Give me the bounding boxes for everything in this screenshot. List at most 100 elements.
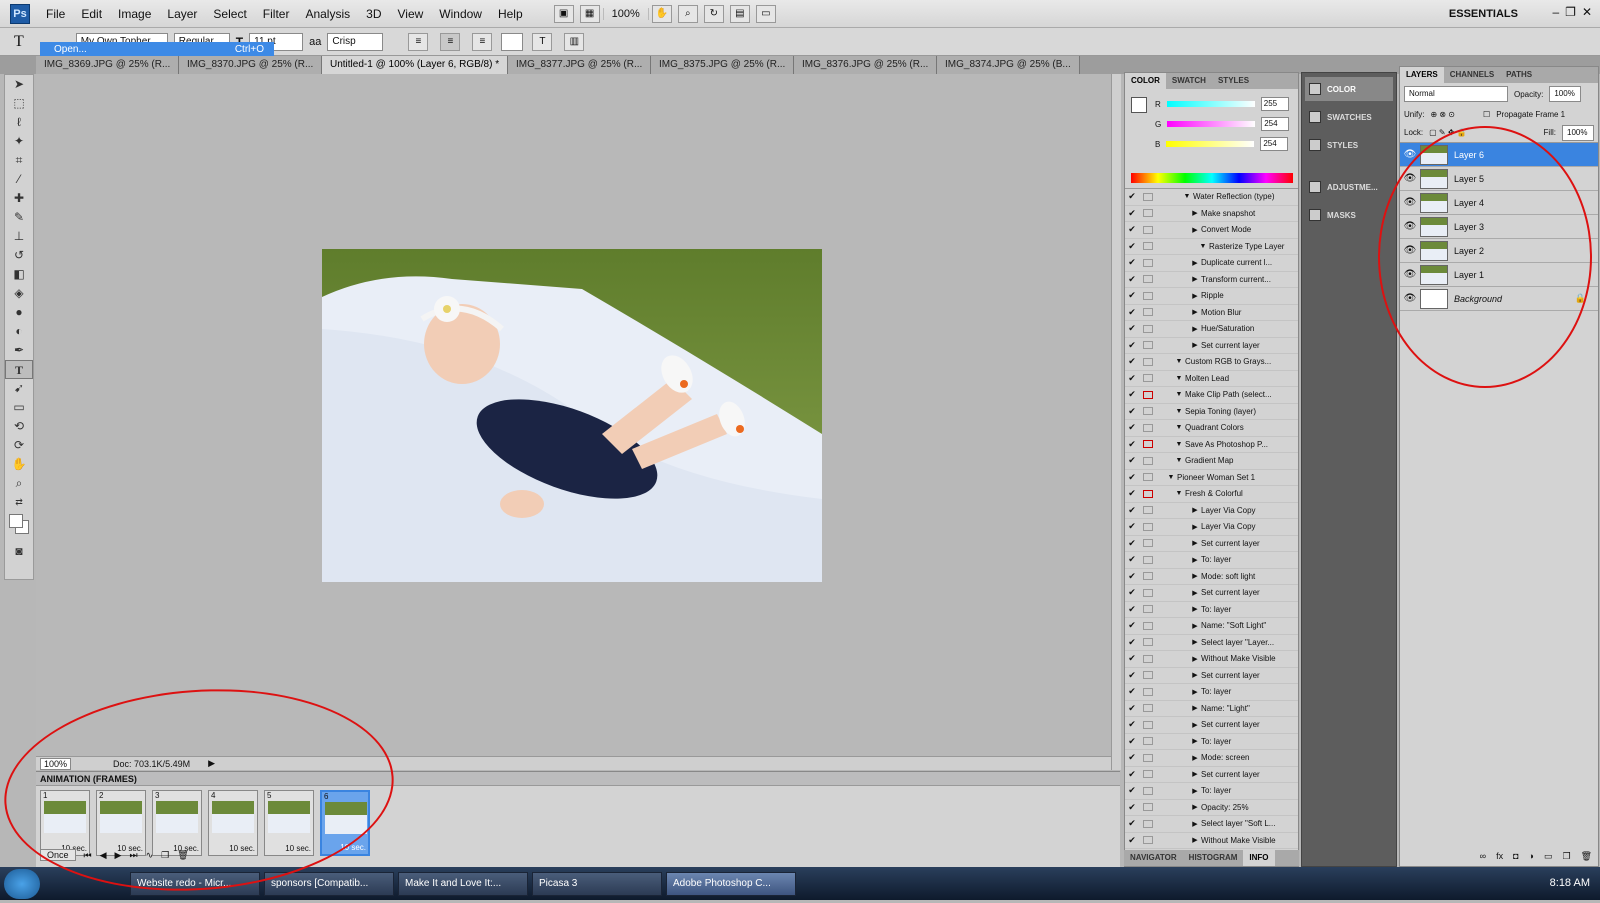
dock-color[interactable]: COLOR — [1305, 77, 1393, 101]
action-enable-checkbox[interactable]: ✔ — [1125, 670, 1139, 681]
action-item[interactable]: ✔ ▶ To: layer — [1125, 783, 1298, 800]
doc-tab[interactable]: IMG_8369.JPG @ 25% (R... — [36, 56, 179, 74]
menu-window[interactable]: Window — [431, 0, 490, 28]
action-item[interactable]: ✔ ▶ Mode: screen — [1125, 750, 1298, 767]
pen-tool-icon[interactable]: ✒ — [5, 341, 33, 360]
action-item[interactable]: ✔ ▼ Water Reflection (type) — [1125, 189, 1298, 206]
hand-icon[interactable]: ✋ — [651, 4, 672, 23]
action-enable-checkbox[interactable]: ✔ — [1125, 604, 1139, 615]
expand-triangle-icon[interactable]: ▼ — [1173, 358, 1185, 365]
action-enable-checkbox[interactable]: ✔ — [1125, 818, 1139, 829]
expand-triangle-icon[interactable]: ▶ — [1189, 803, 1201, 811]
expand-triangle-icon[interactable]: ▶ — [1189, 325, 1201, 333]
tab-layers[interactable]: LAYERS — [1400, 67, 1444, 83]
eyedropper-tool-icon[interactable]: ⁄ — [5, 170, 33, 189]
expand-triangle-icon[interactable]: ▶ — [1189, 820, 1201, 828]
zoom-icon[interactable]: ⌕ — [677, 4, 698, 23]
action-item[interactable]: ✔ ▶ Opacity: 25% — [1125, 800, 1298, 816]
doc-tab-active[interactable]: Untitled-1 @ 100% (Layer 6, RGB/8) * — [322, 56, 508, 74]
action-item[interactable]: ✔ ▼ Custom RGB to Grays... — [1125, 354, 1298, 371]
expand-triangle-icon[interactable]: ▶ — [1189, 209, 1201, 217]
opacity-field[interactable]: 100% — [1549, 86, 1582, 102]
action-enable-checkbox[interactable]: ✔ — [1125, 587, 1139, 598]
action-item[interactable]: ✔ ▶ To: layer — [1125, 684, 1298, 701]
action-enable-checkbox[interactable]: ✔ — [1125, 257, 1139, 268]
action-dialog-toggle[interactable] — [1143, 357, 1153, 366]
type-tool-icon[interactable]: T — [5, 360, 33, 379]
red-value[interactable]: 255 — [1260, 97, 1289, 111]
adjustment-layer-icon[interactable]: ◑ — [1529, 851, 1534, 862]
action-enable-checkbox[interactable]: ✔ — [1125, 835, 1139, 846]
action-dialog-toggle[interactable] — [1143, 737, 1153, 746]
expand-triangle-icon[interactable]: ▼ — [1197, 243, 1209, 250]
blue-slider[interactable]: B 254 — [1155, 137, 1289, 151]
action-dialog-toggle[interactable] — [1143, 456, 1153, 465]
character-panel-icon[interactable]: ▥ — [564, 32, 585, 51]
action-dialog-toggle[interactable] — [1143, 819, 1153, 828]
doc-tab[interactable]: IMG_8370.JPG @ 25% (R... — [179, 56, 322, 74]
green-value[interactable]: 254 — [1261, 117, 1290, 131]
action-dialog-toggle[interactable] — [1143, 225, 1153, 234]
doc-tab[interactable]: IMG_8374.JPG @ 25% (B... — [937, 56, 1080, 74]
action-item[interactable]: ✔ ▼ Rasterize Type Layer — [1125, 239, 1298, 255]
hand-tool-icon[interactable]: ✋ — [5, 455, 33, 474]
action-enable-checkbox[interactable]: ✔ — [1125, 472, 1139, 483]
action-dialog-toggle[interactable] — [1143, 192, 1153, 201]
action-dialog-toggle[interactable] — [1143, 704, 1153, 713]
action-dialog-toggle[interactable] — [1143, 440, 1153, 449]
menu-image[interactable]: Image — [110, 0, 159, 28]
action-item[interactable]: ✔ ▶Set current layer — [1125, 585, 1298, 602]
action-dialog-toggle[interactable] — [1143, 258, 1153, 267]
dock-swatches[interactable]: SWATCHES — [1305, 105, 1393, 129]
action-enable-checkbox[interactable]: ✔ — [1125, 373, 1139, 384]
action-enable-checkbox[interactable]: ✔ — [1125, 290, 1139, 301]
action-enable-checkbox[interactable]: ✔ — [1125, 340, 1139, 351]
fx-icon[interactable]: fx — [1496, 851, 1503, 862]
expand-triangle-icon[interactable]: ▼ — [1165, 474, 1177, 481]
unify-icons[interactable]: ⊕ ⊗ ⊙ — [1430, 110, 1455, 119]
action-item[interactable]: ✔ ▶ To: layer — [1125, 734, 1298, 750]
action-dialog-toggle[interactable] — [1143, 291, 1153, 300]
expand-triangle-icon[interactable]: ▶ — [1189, 770, 1201, 778]
menu-help[interactable]: Help — [490, 0, 531, 28]
healing-brush-tool-icon[interactable]: ✚ — [5, 189, 33, 208]
action-dialog-toggle[interactable] — [1143, 621, 1153, 630]
action-enable-checkbox[interactable]: ✔ — [1125, 439, 1139, 450]
menu-filter[interactable]: Filter — [255, 0, 298, 28]
expand-triangle-icon[interactable]: ▶ — [1189, 539, 1201, 547]
expand-triangle-icon[interactable]: ▼ — [1173, 408, 1185, 415]
action-dialog-toggle[interactable] — [1143, 638, 1153, 647]
doc-tab[interactable]: IMG_8376.JPG @ 25% (R... — [794, 56, 937, 74]
action-dialog-toggle[interactable] — [1143, 588, 1153, 597]
3d-rotate-tool-icon[interactable]: ⟲ — [5, 417, 33, 436]
action-item[interactable]: ✔ ▶Set current layer — [1125, 536, 1298, 552]
action-item[interactable]: ✔ ▼ Quadrant Colors — [1125, 420, 1298, 437]
action-enable-checkbox[interactable]: ✔ — [1125, 191, 1139, 202]
action-item[interactable]: ✔ ▶ Ripple — [1125, 288, 1298, 305]
arrange-documents-icon[interactable]: ▤ — [729, 4, 750, 23]
action-item[interactable]: ✔ ▼ Sepia Toning (layer) — [1125, 404, 1298, 420]
marquee-tool-icon[interactable]: ⬚ — [5, 94, 33, 113]
action-enable-checkbox[interactable]: ✔ — [1125, 488, 1139, 499]
dock-masks[interactable]: MASKS — [1305, 203, 1393, 227]
tab-info[interactable]: INFO — [1243, 850, 1275, 866]
expand-triangle-icon[interactable]: ▶ — [1189, 292, 1201, 300]
action-dialog-toggle[interactable] — [1143, 654, 1153, 663]
menu-edit[interactable]: Edit — [73, 0, 110, 28]
canvas-vertical-scrollbar[interactable] — [1111, 74, 1121, 770]
action-dialog-toggle[interactable] — [1143, 687, 1153, 696]
expand-triangle-icon[interactable]: ▶ — [1189, 622, 1201, 630]
action-item[interactable]: ✔ ▶ Without Make Visible — [1125, 833, 1298, 849]
action-item[interactable]: ✔ ▶ Without Make Visible — [1125, 651, 1298, 668]
magic-wand-tool-icon[interactable]: ✦ — [5, 132, 33, 151]
expand-triangle-icon[interactable]: ▶ — [1189, 787, 1201, 795]
action-item[interactable]: ✔ ▶ Select layer "Layer... — [1125, 635, 1298, 651]
zoom-tool-icon[interactable]: ⌕ — [5, 474, 33, 493]
action-item[interactable]: ✔ ▶ Layer Via Copy — [1125, 503, 1298, 519]
action-enable-checkbox[interactable]: ✔ — [1125, 455, 1139, 466]
action-item[interactable]: ✔ ▼ Make Clip Path (select... — [1125, 387, 1298, 404]
path-selection-tool-icon[interactable]: ➹ — [5, 379, 33, 398]
action-dialog-toggle[interactable] — [1143, 572, 1153, 581]
action-item[interactable]: ✔ ▶ Layer Via Copy — [1125, 519, 1298, 536]
rotate-view-icon[interactable]: ↻ — [703, 4, 724, 23]
